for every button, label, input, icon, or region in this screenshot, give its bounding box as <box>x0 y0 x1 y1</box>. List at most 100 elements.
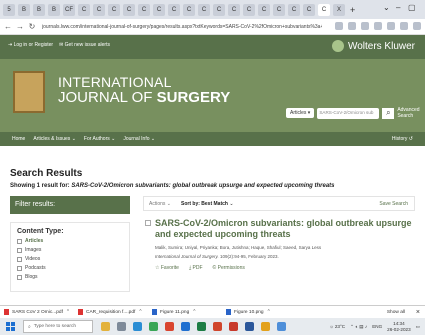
tab-favicon[interactable]: C <box>258 3 270 16</box>
tab-favicon[interactable]: C <box>288 3 300 16</box>
history-link[interactable]: History ↺ <box>392 136 413 142</box>
download-item[interactable]: CAR_requisition f....pdf ⌃ <box>78 309 146 315</box>
app-icon[interactable] <box>277 322 286 331</box>
app-icon[interactable] <box>197 322 206 331</box>
advanced-search-link[interactable]: Advanced Search <box>397 107 419 119</box>
minimize-icon[interactable]: – <box>396 3 400 12</box>
app-icon[interactable] <box>149 322 158 331</box>
tab-favicon[interactable]: C <box>228 3 240 16</box>
pdf-file-icon <box>4 309 9 315</box>
filter-podcasts[interactable]: Podcasts <box>17 265 123 271</box>
taskbar-search-input[interactable]: ⌕ Type here to search <box>23 320 93 333</box>
tab-favicon[interactable]: C <box>108 3 120 16</box>
download-item[interactable]: Figure 11.png ⌃ <box>152 309 220 315</box>
app-icon[interactable] <box>261 322 270 331</box>
tab-favicon[interactable]: B <box>48 3 60 16</box>
save-search-button[interactable]: Save Search <box>379 201 408 207</box>
image-file-icon <box>152 309 157 315</box>
checkbox-icon <box>17 238 22 244</box>
tab-favicon[interactable]: B <box>18 3 30 16</box>
app-icon[interactable] <box>213 322 222 331</box>
tab-favicon[interactable]: C <box>303 3 315 16</box>
article-tools: ☆ Favorite ⤓ PDF © Permissions <box>143 265 415 271</box>
filter-blogs[interactable]: Blogs <box>17 274 123 280</box>
article-title-link[interactable]: SARS-CoV-2/Omicron subvariants: global o… <box>143 218 415 241</box>
tab-favicon[interactable]: B <box>33 3 45 16</box>
chevron-down-icon[interactable]: ⌄ <box>383 3 390 12</box>
permissions-button[interactable]: © Permissions <box>213 265 245 271</box>
windows-start-icon[interactable] <box>6 322 15 331</box>
maximize-icon[interactable]: ▢ <box>408 3 416 12</box>
tab-favicon[interactable]: C <box>198 3 210 16</box>
clock[interactable]: 14:34 26-02-2023 <box>387 321 411 331</box>
nav-journal-info[interactable]: Journal Info ⌄ <box>123 136 155 142</box>
tab-favicon[interactable]: C <box>183 3 195 16</box>
tab-favicon[interactable]: C <box>168 3 180 16</box>
nav-articles-issues[interactable]: Articles & Issues ⌄ <box>33 136 76 142</box>
tab-active[interactable]: C <box>318 3 330 16</box>
extension-icon[interactable] <box>348 22 356 30</box>
app-icon[interactable] <box>165 322 174 331</box>
tab-favicon[interactable]: C <box>273 3 285 16</box>
app-icon[interactable] <box>229 322 238 331</box>
favorite-button[interactable]: ☆ Favorite <box>155 265 179 271</box>
publisher-logo[interactable]: Wolters Kluwer <box>331 40 415 52</box>
select-checkbox[interactable] <box>145 220 151 226</box>
extension-icon[interactable] <box>361 22 369 30</box>
page-title: Search Results <box>10 168 83 179</box>
close-icon[interactable]: × <box>416 309 420 316</box>
nav-for-authors[interactable]: For Authors ⌄ <box>84 136 115 142</box>
tab-favicon[interactable]: C <box>123 3 135 16</box>
tab-favicon[interactable]: C <box>153 3 165 16</box>
app-icon[interactable] <box>117 322 126 331</box>
language-indicator[interactable]: ENG <box>372 324 382 329</box>
app-icon[interactable] <box>133 322 142 331</box>
search-icon[interactable]: ⌕ <box>382 107 395 119</box>
actions-dropdown[interactable]: Actions ⌄ <box>149 201 171 207</box>
extension-icon[interactable] <box>374 22 382 30</box>
app-icon[interactable] <box>101 322 110 331</box>
profile-icon[interactable] <box>400 22 408 30</box>
alerts-link[interactable]: ✉ Get new issue alerts <box>59 42 110 48</box>
download-item[interactable]: SARS CoV 2 Omic...pdf ⌃ <box>4 309 72 315</box>
os-taskbar: ⌕ Type here to search ☼ 23°C ⌃ ◐ ▤ ♪ ENG… <box>0 318 425 335</box>
tab-favicon[interactable]: C <box>243 3 255 16</box>
download-item[interactable]: Figure 10.png ⌃ <box>226 309 294 315</box>
results-summary: Showing 1 result for: SARS-CoV-2/Omicron… <box>10 183 335 189</box>
new-tab-button[interactable]: + <box>350 5 355 15</box>
show-all-downloads-button[interactable]: Show all <box>387 310 405 315</box>
extension-icon[interactable] <box>335 22 343 30</box>
login-link[interactable]: ⇥ Log in or Register <box>8 42 53 48</box>
back-icon[interactable]: ← <box>4 22 12 31</box>
taskbar-apps <box>101 322 286 331</box>
search-scope-select[interactable]: Articles ▾ <box>286 108 315 118</box>
forward-icon[interactable]: → <box>16 22 24 31</box>
tab-favicon[interactable]: C <box>138 3 150 16</box>
app-icon[interactable] <box>181 322 190 331</box>
pdf-button[interactable]: ⤓ PDF <box>189 265 203 271</box>
article-citation: International Journal of Surgery. 109(2)… <box>155 253 279 259</box>
tab-favicon[interactable]: C <box>213 3 225 16</box>
app-icon[interactable] <box>245 322 254 331</box>
notification-icon[interactable]: ▭ <box>416 324 420 330</box>
tab-favicon[interactable]: CF <box>63 3 75 16</box>
journal-header: INTERNATIONAL JOURNAL OF SURGERY Article… <box>0 59 425 132</box>
nav-home[interactable]: Home <box>12 136 25 142</box>
url-field[interactable]: journals.lww.com/international-journal-o… <box>42 24 322 30</box>
tab-favicon[interactable]: 5 <box>3 3 15 16</box>
reload-icon[interactable]: ↻ <box>28 22 36 31</box>
weather-icon[interactable]: ☼ 23°C <box>329 324 345 329</box>
tab-favicon[interactable]: C <box>93 3 105 16</box>
filter-images[interactable]: Images <box>17 247 123 253</box>
tray-icons[interactable]: ⌃ ◐ ▤ ♪ <box>350 324 367 330</box>
sort-dropdown[interactable]: Sort by: Best Match ⌄ <box>181 201 234 207</box>
tab-favicon[interactable]: C <box>78 3 90 16</box>
journal-title[interactable]: INTERNATIONAL JOURNAL OF SURGERY <box>58 75 230 105</box>
tab-close-icon[interactable]: X <box>333 3 345 16</box>
filter-videos[interactable]: Videos <box>17 256 123 262</box>
extension-icon[interactable] <box>387 22 395 30</box>
filter-articles[interactable]: Articles <box>17 238 123 244</box>
menu-icon[interactable] <box>413 22 421 30</box>
checkbox-icon <box>17 247 22 253</box>
search-input[interactable]: SARS-CoV-2/Omicron sub <box>317 107 380 119</box>
